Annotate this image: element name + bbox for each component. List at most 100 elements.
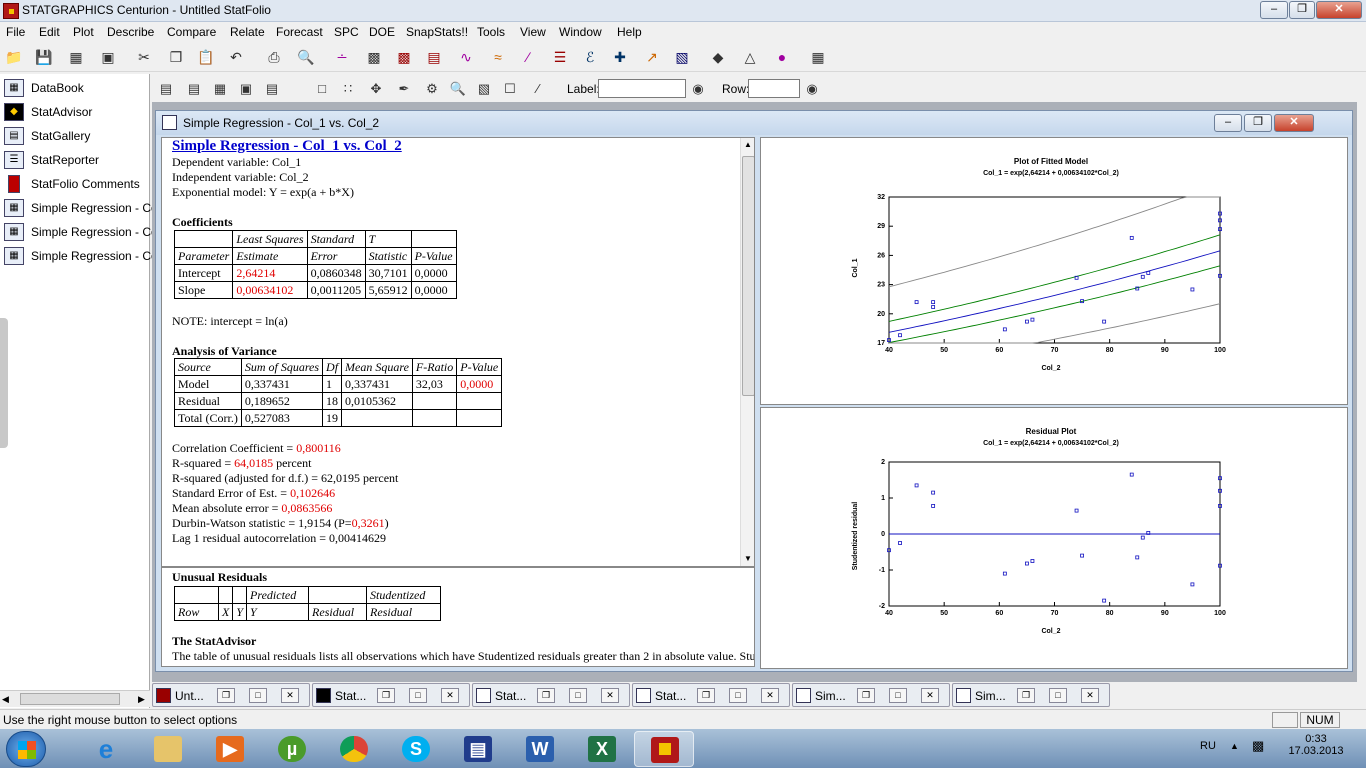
calculator-icon[interactable]: ▦ bbox=[808, 47, 828, 67]
histogram-icon[interactable]: ▤ bbox=[424, 47, 444, 67]
maximize-button[interactable]: ❐ bbox=[1289, 1, 1315, 19]
menu-tools[interactable]: Tools bbox=[477, 25, 505, 39]
label-input[interactable] bbox=[598, 79, 686, 98]
menu-forecast[interactable]: Forecast bbox=[276, 25, 323, 39]
sidebar-item-statadvisor[interactable]: ◆ StatAdvisor bbox=[0, 100, 150, 124]
maximize-icon[interactable]: □ bbox=[569, 688, 587, 703]
zoom-icon[interactable]: 🔍 bbox=[448, 79, 468, 99]
close-icon[interactable]: ✕ bbox=[1081, 688, 1099, 703]
statgraphics-app-icon[interactable] bbox=[3, 3, 19, 19]
menu-edit[interactable]: Edit bbox=[39, 25, 60, 39]
maximize-icon[interactable]: □ bbox=[409, 688, 427, 703]
fitted-model-chart[interactable]: Plot of Fitted Model Col_1 = exp(2,64214… bbox=[761, 138, 1347, 404]
menu-relate[interactable]: Relate bbox=[230, 25, 265, 39]
child-minimize-button[interactable]: – bbox=[1214, 114, 1242, 132]
taskbar-word[interactable]: W bbox=[510, 731, 570, 767]
scroll-thumb[interactable] bbox=[20, 693, 120, 705]
open-folder-icon[interactable]: 📁 bbox=[4, 47, 24, 67]
menu-view[interactable]: View bbox=[520, 25, 546, 39]
minimize-button[interactable]: – bbox=[1260, 1, 1288, 19]
start-button[interactable] bbox=[6, 731, 46, 767]
input-dialog-icon[interactable]: ▤ bbox=[156, 79, 176, 99]
child-maximize-button[interactable]: ❐ bbox=[1244, 114, 1272, 132]
tripod-icon[interactable]: △ bbox=[740, 47, 760, 67]
copy-icon[interactable]: ❐ bbox=[166, 47, 186, 67]
table-icon[interactable]: ☰ bbox=[550, 47, 570, 67]
restore-icon[interactable]: ❐ bbox=[1017, 688, 1035, 703]
move-icon[interactable]: ✥ bbox=[366, 79, 386, 99]
menu-window[interactable]: Window bbox=[559, 25, 602, 39]
sidebar-item-statreporter[interactable]: ☰ StatReporter bbox=[0, 148, 150, 172]
menu-file[interactable]: File bbox=[6, 25, 25, 39]
restore-icon[interactable]: ❐ bbox=[857, 688, 875, 703]
row-input[interactable] bbox=[748, 79, 800, 98]
menu-describe[interactable]: Describe bbox=[107, 25, 154, 39]
tray-expand-icon[interactable]: ▲ bbox=[1230, 741, 1239, 751]
close-icon[interactable]: ✕ bbox=[921, 688, 939, 703]
mdi-tab-statadvisor[interactable]: Stat... ❐ □ ✕ bbox=[312, 683, 470, 707]
menu-help[interactable]: Help bbox=[617, 25, 642, 39]
column-chart-icon[interactable]: ▧ bbox=[672, 47, 692, 67]
label-points-icon[interactable]: ∷ bbox=[338, 79, 358, 99]
maximize-icon[interactable]: □ bbox=[249, 688, 267, 703]
mdi-tab-statgallery[interactable]: Stat... ❐ □ ✕ bbox=[472, 683, 630, 707]
grid-icon[interactable]: ▩ bbox=[364, 47, 384, 67]
clock[interactable]: 0:33 17.03.2013 bbox=[1286, 733, 1346, 757]
save-datasheet-icon[interactable]: ▣ bbox=[98, 47, 118, 67]
undo-icon[interactable]: ↶ bbox=[226, 47, 246, 67]
sidebar-item-statfolio-comments[interactable]: StatFolio Comments bbox=[0, 172, 150, 196]
tables-graphs-icon[interactable]: ▦ bbox=[210, 79, 230, 99]
sidebar-item-simple-regression-3[interactable]: ▦ Simple Regression - Col_ bbox=[0, 244, 167, 268]
save-icon[interactable]: 💾 bbox=[34, 47, 54, 67]
close-icon[interactable]: ✕ bbox=[441, 688, 459, 703]
residual-plot-pane[interactable]: Residual Plot Col_1 = exp(2,64214 + 0,00… bbox=[760, 407, 1348, 669]
binoculars-icon[interactable]: ◉ bbox=[688, 79, 708, 99]
menu-spc[interactable]: SPC bbox=[334, 25, 359, 39]
bar-chart-icon[interactable]: ▩ bbox=[394, 47, 414, 67]
print-preview-icon[interactable]: 🔍 bbox=[296, 47, 316, 67]
fitted-model-plot-pane[interactable]: Plot of Fitted Model Col_1 = exp(2,64214… bbox=[760, 137, 1348, 405]
sidebar-item-databook[interactable]: ▦ DataBook bbox=[0, 76, 150, 100]
unusual-residuals-pane[interactable]: Unusual Residuals Predicted Studentized R… bbox=[161, 567, 755, 667]
mdi-tab-untitled[interactable]: Unt... ❐ □ ✕ bbox=[152, 683, 310, 707]
scatter-plot-icon[interactable]: ∸ bbox=[332, 47, 352, 67]
analysis-summary-pane[interactable]: Simple Regression - Col_1 vs. Col_2 Depe… bbox=[161, 137, 755, 567]
taskbar-save-app[interactable]: ▤ bbox=[448, 731, 508, 767]
language-indicator[interactable]: RU bbox=[1200, 740, 1216, 752]
taskbar-media-player[interactable]: ▶ bbox=[200, 731, 260, 767]
maximize-icon[interactable]: □ bbox=[729, 688, 747, 703]
hatch-icon[interactable]: ▧ bbox=[474, 79, 494, 99]
save-results-icon[interactable]: ▤ bbox=[262, 79, 282, 99]
sidebar-item-simple-regression-1[interactable]: ▦ Simple Regression - Col_ bbox=[0, 196, 167, 220]
brush-icon[interactable]: ✒ bbox=[394, 79, 414, 99]
restore-icon[interactable]: ❐ bbox=[217, 688, 235, 703]
taskbar-internet-explorer[interactable]: e bbox=[76, 731, 136, 767]
scroll-right-icon[interactable]: ▶ bbox=[138, 694, 145, 705]
pane-options-icon[interactable]: ▣ bbox=[236, 79, 256, 99]
taskbar-utorrent[interactable]: µ bbox=[262, 731, 322, 767]
cut-icon[interactable]: ✂ bbox=[134, 47, 154, 67]
forecast-icon[interactable]: ℰ bbox=[580, 47, 600, 67]
child-close-button[interactable]: ✕ bbox=[1274, 114, 1314, 132]
binoculars-icon[interactable]: ◉ bbox=[802, 79, 822, 99]
scroll-left-icon[interactable]: ◀ bbox=[2, 694, 9, 705]
diamond-icon[interactable]: ◆ bbox=[708, 47, 728, 67]
mdi-tab-simple-regression-2[interactable]: Sim... ❐ □ ✕ bbox=[952, 683, 1110, 707]
sidebar-item-simple-regression-2[interactable]: ▦ Simple Regression - Col_ bbox=[0, 220, 167, 244]
maximize-icon[interactable]: □ bbox=[889, 688, 907, 703]
mdi-tab-simple-regression-1[interactable]: Sim... ❐ □ ✕ bbox=[792, 683, 950, 707]
regression-icon[interactable]: ∕ bbox=[518, 47, 538, 67]
scroll-down-icon[interactable]: ▼ bbox=[744, 554, 752, 563]
restore-icon[interactable]: ❐ bbox=[377, 688, 395, 703]
text-vertical-scrollbar[interactable]: ▲ ▼ bbox=[740, 138, 754, 566]
taskbar-excel[interactable]: X bbox=[572, 731, 632, 767]
mdi-tab-statreporter[interactable]: Stat... ❐ □ ✕ bbox=[632, 683, 790, 707]
statadvisor-icon[interactable]: ● bbox=[772, 47, 792, 67]
target-icon[interactable]: ✚ bbox=[610, 47, 630, 67]
locate-icon[interactable]: ☐ bbox=[500, 79, 520, 99]
scroll-up-icon[interactable]: ▲ bbox=[744, 140, 752, 149]
exclude-icon[interactable]: ⚙ bbox=[422, 79, 442, 99]
taskbar-statgraphics[interactable] bbox=[634, 731, 694, 767]
restore-icon[interactable]: ❐ bbox=[697, 688, 715, 703]
close-icon[interactable]: ✕ bbox=[281, 688, 299, 703]
